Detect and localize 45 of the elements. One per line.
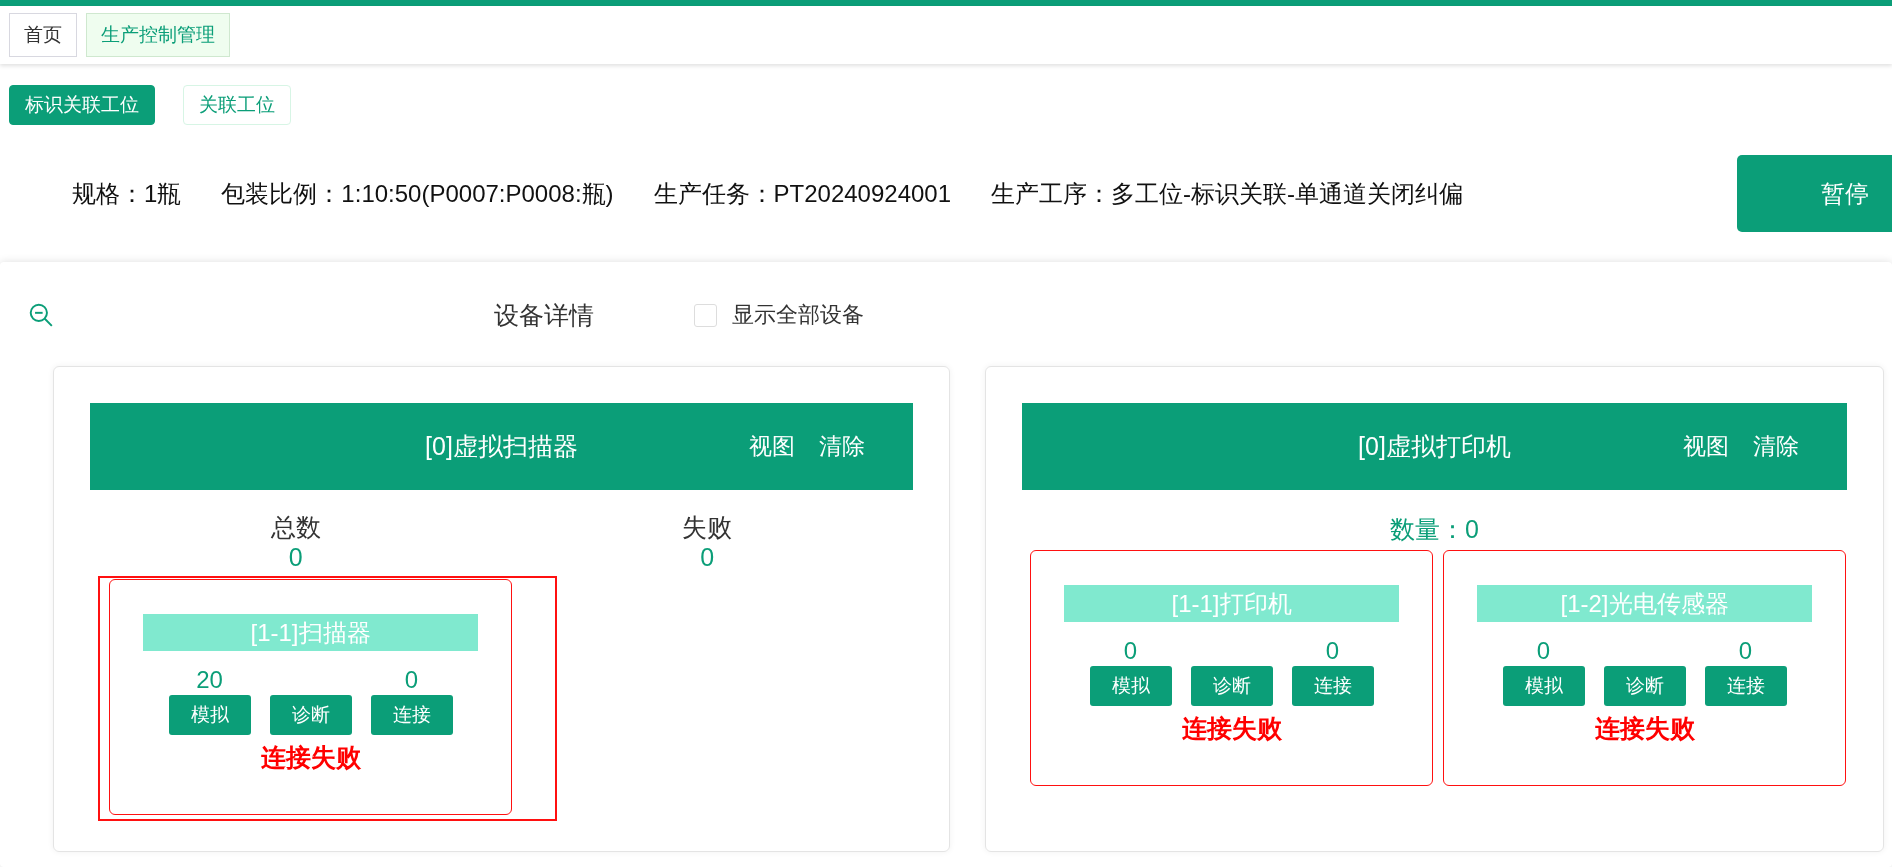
device-count: 0 bbox=[1737, 636, 1754, 666]
device-action-button[interactable]: 连接 bbox=[370, 695, 453, 735]
device-action-button[interactable]: 模拟 bbox=[1502, 666, 1585, 706]
stat-value: 0 bbox=[700, 542, 715, 572]
device-action-button[interactable]: 连接 bbox=[1291, 666, 1374, 706]
checkbox-label: 显示全部设备 bbox=[732, 301, 864, 329]
device-name: [1-2]光电传感器 bbox=[1477, 585, 1812, 622]
device-title: [0]虚拟打印机 bbox=[1358, 431, 1511, 462]
pause-button[interactable]: 暂停 bbox=[1737, 155, 1892, 232]
station-button[interactable]: 标识关联工位 bbox=[9, 85, 155, 125]
device-action-button[interactable]: 连接 bbox=[1704, 666, 1787, 706]
stat-label: 失败 bbox=[682, 512, 733, 542]
connection-status: 连接失败 bbox=[1181, 713, 1282, 744]
device-action-button[interactable]: 模拟 bbox=[1089, 666, 1172, 706]
device-count: 0 bbox=[1535, 636, 1552, 666]
device-count: 0 bbox=[1122, 636, 1139, 666]
device-name: [1-1]扫描器 bbox=[143, 614, 478, 651]
zoom-out-icon[interactable] bbox=[28, 302, 54, 328]
device-action-button[interactable]: 模拟 bbox=[168, 695, 251, 735]
connection-status: 连接失败 bbox=[260, 742, 361, 773]
device-title: [0]虚拟扫描器 bbox=[425, 431, 578, 462]
header-link[interactable]: 清除 bbox=[819, 431, 865, 462]
info-text: 生产任务：PT20240924001 bbox=[653, 178, 952, 209]
header-link[interactable]: 视图 bbox=[749, 431, 795, 462]
count-text: 数量：0 bbox=[1389, 514, 1480, 544]
info-text: 生产工序：多工位-标识关联-单通道关闭纠偏 bbox=[991, 178, 1464, 209]
device-action-button[interactable]: 诊断 bbox=[1603, 666, 1686, 706]
station-button[interactable]: 关联工位 bbox=[183, 85, 291, 125]
checkbox[interactable] bbox=[694, 303, 717, 327]
page-tab[interactable]: 首页 bbox=[9, 13, 77, 57]
page-tab[interactable]: 生产控制管理 bbox=[86, 13, 230, 57]
header-link[interactable]: 视图 bbox=[1683, 431, 1729, 462]
stat-label: 总数 bbox=[270, 512, 321, 542]
device-count: 20 bbox=[195, 665, 224, 695]
info-text: 规格：1瓶 bbox=[72, 178, 182, 209]
header-link[interactable]: 清除 bbox=[1753, 431, 1799, 462]
stat-value: 0 bbox=[288, 542, 303, 572]
connection-status: 连接失败 bbox=[1594, 713, 1695, 744]
device-action-button[interactable]: 诊断 bbox=[1190, 666, 1273, 706]
device-count: 0 bbox=[1324, 636, 1341, 666]
device-count: 0 bbox=[403, 665, 420, 695]
device-action-button[interactable]: 诊断 bbox=[269, 695, 352, 735]
info-text: 包装比例：1:10:50(P0007:P0008:瓶) bbox=[221, 178, 614, 209]
panel-title: 设备详情 bbox=[494, 299, 594, 331]
device-name: [1-1]打印机 bbox=[1064, 585, 1399, 622]
